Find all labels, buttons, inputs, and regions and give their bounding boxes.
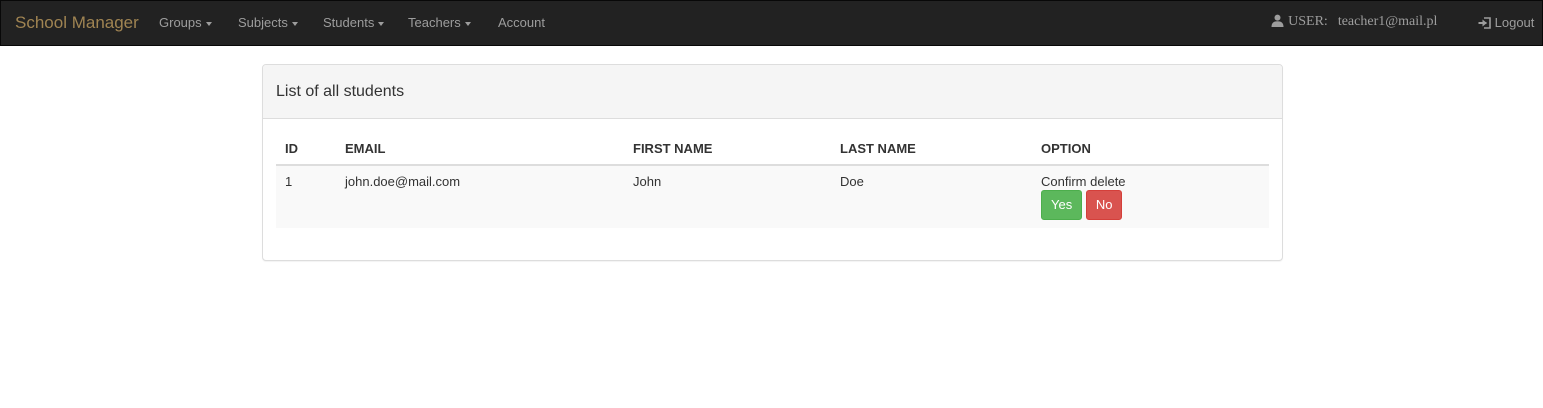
nav-subjects-dropdown[interactable]: Subjects bbox=[238, 15, 298, 30]
column-header-last-name: LAST NAME bbox=[831, 132, 1032, 166]
cell-email: john.doe@mail.com bbox=[336, 165, 624, 228]
panel-title: List of all students bbox=[276, 83, 405, 100]
current-user: USER: teacher1@mail.pl bbox=[1271, 14, 1437, 30]
caret-down-icon bbox=[378, 21, 385, 26]
table-header-row: ID EMAIL FIRST NAME LAST NAME OPTION bbox=[276, 132, 1269, 166]
panel-heading: List of all students bbox=[263, 65, 1282, 119]
caret-down-icon bbox=[291, 21, 298, 26]
nav-students-dropdown[interactable]: Students bbox=[323, 15, 385, 30]
nav-subjects-label: Subjects bbox=[238, 15, 288, 30]
nav-students-label: Students bbox=[323, 15, 375, 30]
user-label: USER: bbox=[1288, 14, 1328, 29]
cell-id: 1 bbox=[276, 165, 336, 228]
caret-down-icon bbox=[464, 21, 471, 26]
nav-teachers-dropdown[interactable]: Teachers bbox=[408, 15, 471, 30]
brand-link[interactable]: School Manager bbox=[15, 13, 139, 33]
nav-groups-dropdown[interactable]: Groups bbox=[159, 15, 212, 30]
cell-first-name: John bbox=[624, 165, 831, 228]
confirm-yes-button[interactable]: Yes bbox=[1041, 190, 1083, 220]
confirm-no-button[interactable]: No bbox=[1085, 190, 1123, 220]
nav-account-link[interactable]: Account bbox=[498, 15, 545, 30]
cell-last-name: Doe bbox=[831, 165, 1032, 228]
column-header-id: ID bbox=[276, 132, 336, 166]
caret-down-icon bbox=[205, 21, 212, 26]
logout-icon bbox=[1478, 15, 1495, 30]
column-header-email: EMAIL bbox=[336, 132, 624, 166]
students-table: ID EMAIL FIRST NAME LAST NAME OPTION 1 j… bbox=[276, 132, 1269, 228]
logout-link[interactable]: Logout bbox=[1478, 15, 1534, 30]
table-row: 1 john.doe@mail.com John Doe Confirm del… bbox=[276, 165, 1269, 228]
user-icon bbox=[1271, 14, 1288, 29]
logout-label: Logout bbox=[1494, 15, 1535, 30]
nav-groups-label: Groups bbox=[159, 15, 202, 30]
top-navbar: School Manager Groups Subjects Students … bbox=[0, 0, 1543, 46]
user-email: teacher1@mail.pl bbox=[1337, 14, 1438, 29]
column-header-first-name: FIRST NAME bbox=[624, 132, 831, 166]
column-header-option: OPTION bbox=[1032, 132, 1269, 166]
students-panel: List of all students ID EMAIL FIRST NAME… bbox=[262, 64, 1283, 261]
nav-teachers-label: Teachers bbox=[408, 15, 461, 30]
cell-option: Confirm delete Yes No bbox=[1032, 165, 1269, 228]
confirm-delete-text: Confirm delete bbox=[1041, 174, 1126, 189]
